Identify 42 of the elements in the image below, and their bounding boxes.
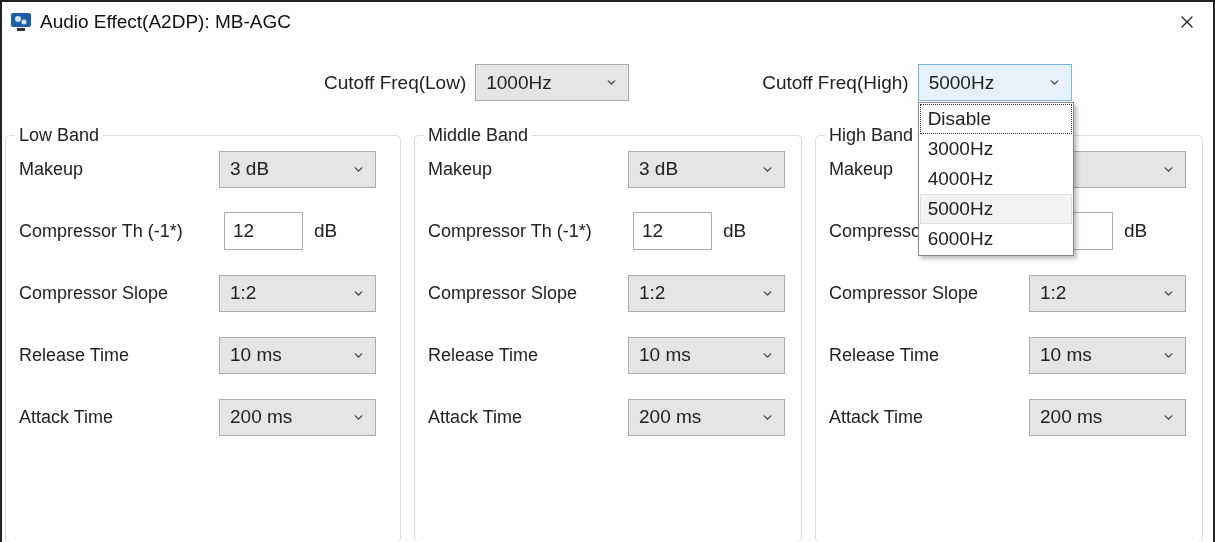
setting-select[interactable]: 10 ms <box>219 336 376 374</box>
monitor-icon <box>10 11 32 33</box>
unit-label: dB <box>314 220 338 242</box>
input-field[interactable]: 12 <box>633 212 712 250</box>
setting-select[interactable]: 200 ms <box>1029 398 1186 436</box>
setting-select[interactable]: 1:2 <box>1029 274 1186 312</box>
setting-label: Release Time <box>19 344 130 366</box>
setting-select[interactable]: 200 ms <box>628 398 785 436</box>
setting-select[interactable]: 10 ms <box>628 336 785 374</box>
setting-label: Makeup <box>428 158 493 180</box>
setting-label: Makeup <box>829 158 894 180</box>
band-title: Low Band <box>18 125 101 146</box>
setting-select[interactable]: 3 dB <box>628 150 785 188</box>
cutoff-select[interactable]: 1000Hz <box>475 64 630 101</box>
cutoff-select[interactable]: 5000Hz <box>917 64 1072 101</box>
cutoff-label: Cutoff Freq(Low) <box>324 71 467 94</box>
setting-select[interactable]: 1:2 <box>219 274 376 312</box>
dropdown-option[interactable]: 5000Hz <box>919 194 1072 224</box>
band-title: High Band <box>828 125 915 146</box>
setting-select[interactable]: 10 ms <box>1029 336 1186 374</box>
setting-label: Compressor Th (-1*) <box>19 220 183 242</box>
unit-label: dB <box>1124 220 1148 242</box>
setting-label: Release Time <box>428 344 539 366</box>
setting-label: Attack Time <box>829 406 924 428</box>
setting-select[interactable]: 1:2 <box>628 274 785 312</box>
setting-label: Compresso <box>829 220 922 242</box>
setting-select[interactable]: 200 ms <box>219 398 376 436</box>
band-title: Middle Band <box>427 125 530 146</box>
input-field[interactable]: 12 <box>224 212 303 250</box>
dropdown-option[interactable]: Disable <box>919 104 1072 134</box>
setting-label: Attack Time <box>19 406 114 428</box>
cutoff-label: Cutoff Freq(High) <box>762 71 909 94</box>
setting-label: Compressor Slope <box>19 282 169 304</box>
setting-label: Attack Time <box>428 406 523 428</box>
unit-label: dB <box>723 220 747 242</box>
setting-label: Compressor Slope <box>829 282 979 304</box>
window-title: Audio Effect(A2DP): MB-AGC <box>40 11 292 33</box>
setting-label: Release Time <box>829 344 940 366</box>
setting-label: Compressor Th (-1*) <box>428 220 592 242</box>
setting-label: Makeup <box>19 158 84 180</box>
setting-label: Compressor Slope <box>428 282 578 304</box>
setting-select[interactable]: 3 dB <box>219 150 376 188</box>
